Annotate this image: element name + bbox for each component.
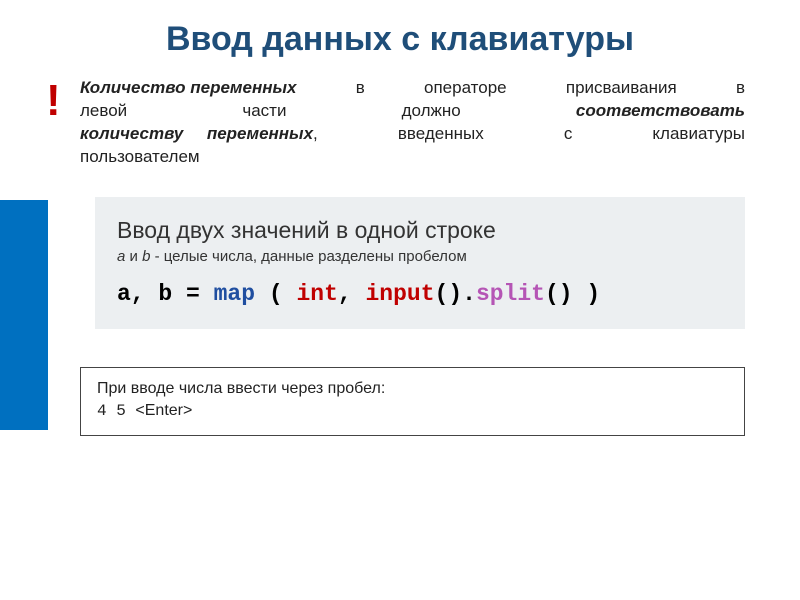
code-token: (). [435,281,476,307]
slide: Ввод данных с клавиатуры ! Количество пе… [0,0,800,600]
callout-line-1: Количество переменных в операторе присва… [80,77,745,100]
callout-text: левой [80,100,127,123]
callout-line-4: пользователем [80,146,745,169]
callout-em: соответствовать [576,100,745,123]
code-token: () ) [545,281,600,307]
callout-em: количеству [80,124,183,143]
callout-text: с [564,123,573,146]
example-box: При вводе числа ввести через пробел: 4 5… [80,367,745,436]
example-line-1: При вводе числа ввести через пробел: [97,378,728,400]
slide-title: Ввод данных с клавиатуры [0,0,800,77]
code-kw-split: split [476,281,545,307]
callout-text: присваивания [566,77,677,100]
callout-em: Количество переменных [80,77,296,100]
code-kw-input: input [366,281,435,307]
callout-text: клавиатуры [652,123,745,146]
example-enter: <Enter> [135,402,192,419]
sub-text: - целые числа, данные разделены пробелом [150,248,466,265]
callout-em: переменных [207,124,313,143]
code-box-heading: Ввод двух значений в одной строке [117,217,723,244]
code-line: a, b = map ( int, input().split() ) [117,281,723,307]
code-box-sub: a и b - целые числа, данные разделены пр… [117,248,723,265]
callout-text: операторе [424,77,507,100]
accent-stripe [0,200,48,430]
callout-text: введенных [398,123,484,146]
code-token: ( [255,281,296,307]
code-token: a, b = [117,281,214,307]
callout-text: должно [402,100,461,123]
callout-line-2: левой части должно соответствовать [80,100,745,123]
callout-block: ! Количество переменных в операторе прис… [80,77,745,169]
exclamation-icon: ! [46,79,61,123]
example-input: 4 5 [97,402,135,420]
code-token: , [338,281,366,307]
example-line-2: 4 5 <Enter> [97,400,728,422]
callout-text: в [356,77,365,100]
sub-text: и [125,248,142,265]
code-kw-map: map [214,281,255,307]
callout-text: в [736,77,745,100]
callout-text: части [242,100,286,123]
callout-line-3: количеству переменных, введенных с клави… [80,123,745,146]
callout-text: , [313,124,318,143]
code-box: Ввод двух значений в одной строке a и b … [95,197,745,329]
code-kw-int: int [296,281,337,307]
